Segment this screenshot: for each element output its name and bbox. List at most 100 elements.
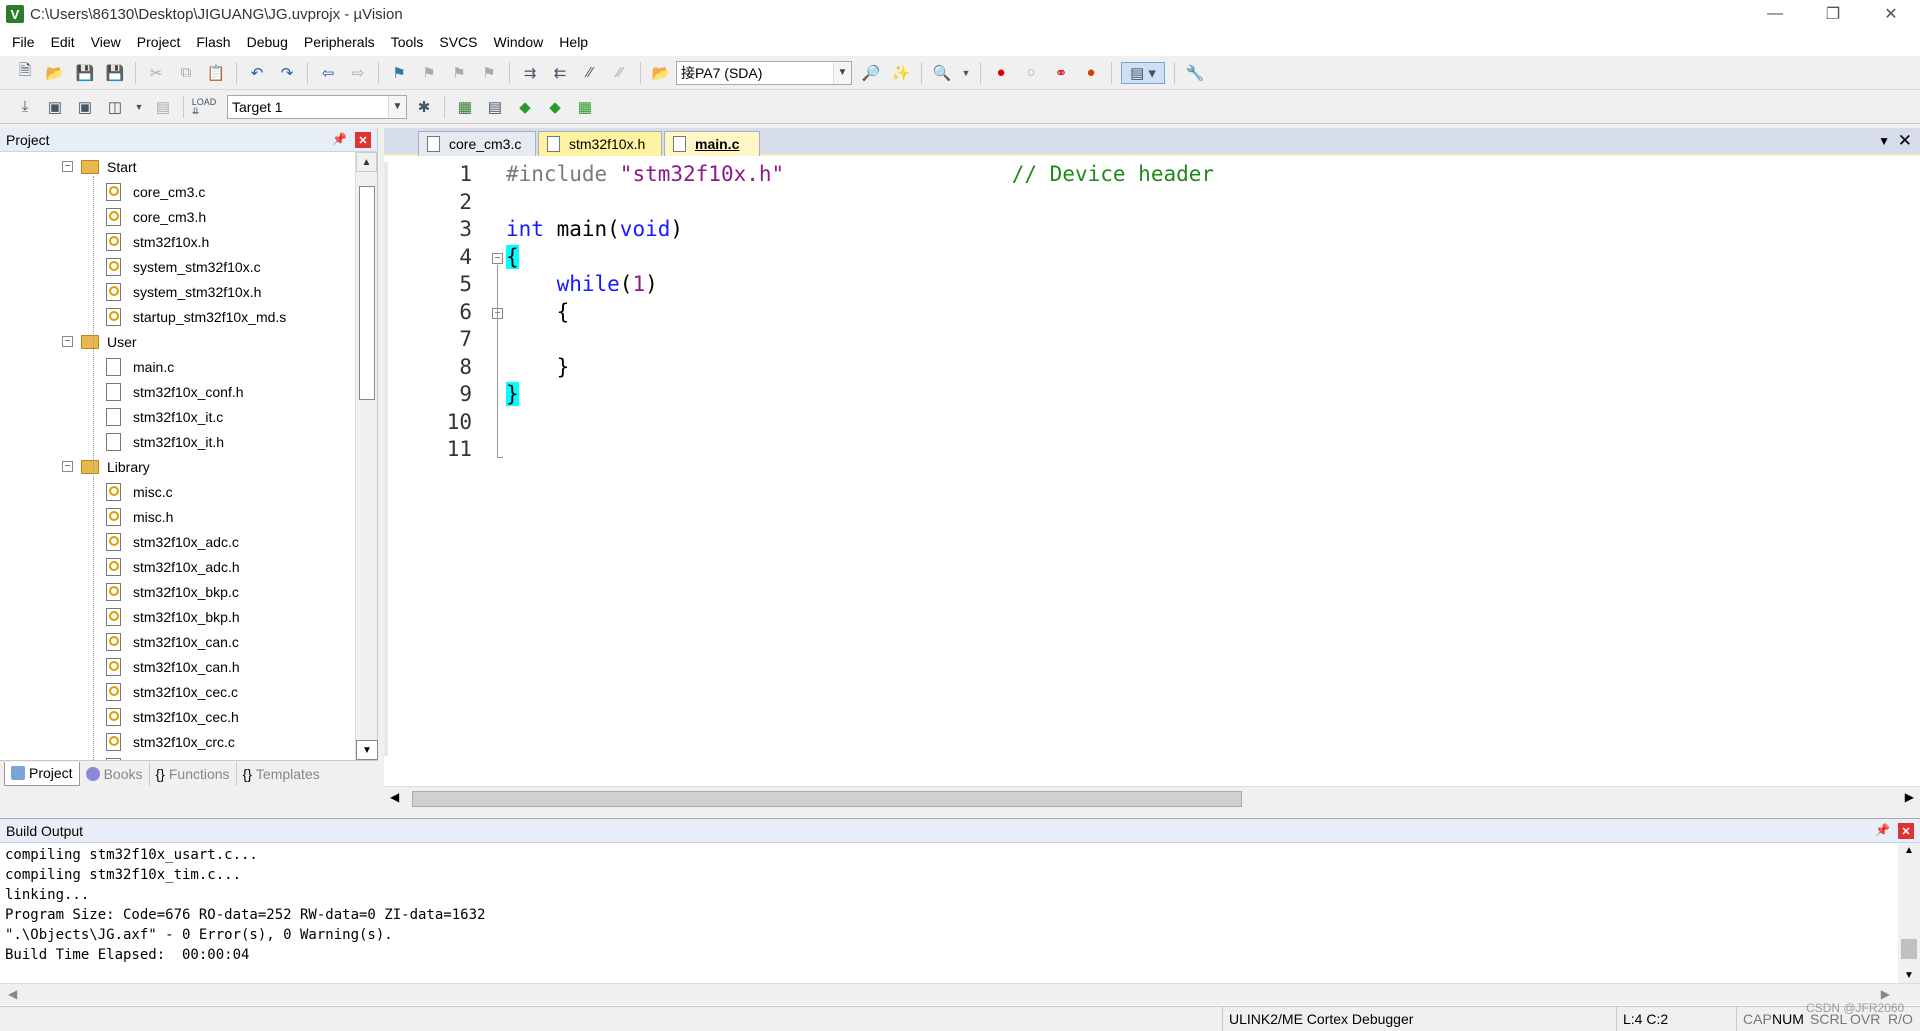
tree-group-library[interactable]: − Library: [62, 454, 150, 479]
tree-file-item[interactable]: core_cm3.h: [106, 204, 206, 229]
tree-file-item[interactable]: stm32f10x_can.c: [106, 629, 239, 654]
build-icon[interactable]: ▣: [44, 96, 66, 118]
code-area[interactable]: #include "stm32f10x.h" // Device header i…: [506, 162, 1906, 756]
tree-file-item[interactable]: core_cm3.c: [106, 179, 205, 204]
scroll-up-arrow-icon[interactable]: ▲: [356, 152, 377, 172]
new-file-icon[interactable]: 🗎: [14, 62, 36, 84]
menu-window[interactable]: Window: [486, 28, 552, 56]
next-bookmark-icon[interactable]: ⚑: [448, 62, 470, 84]
scroll-left-arrow-icon[interactable]: ◀: [8, 987, 17, 1001]
select-packs-icon[interactable]: ◆: [514, 96, 536, 118]
tree-file-item[interactable]: system_stm32f10x.h: [106, 279, 261, 304]
manage-components-icon[interactable]: ▤: [484, 96, 506, 118]
close-icon[interactable]: ✕: [355, 132, 371, 148]
menu-svcs[interactable]: SVCS: [431, 28, 485, 56]
tab-list-dropdown-icon[interactable]: ▼: [1878, 134, 1890, 148]
navigate-back-icon[interactable]: ⇦: [317, 62, 339, 84]
navigate-forward-icon[interactable]: ⇨: [347, 62, 369, 84]
bookmark-icon[interactable]: ⚑: [388, 62, 410, 84]
open-file-icon[interactable]: 📂: [44, 62, 66, 84]
menu-tools[interactable]: Tools: [383, 28, 432, 56]
tree-file-item[interactable]: stm32f10x_conf.h: [106, 379, 244, 404]
file-extensions-icon[interactable]: ▦: [454, 96, 476, 118]
tree-file-item[interactable]: stm32f10x_cec.h: [106, 704, 239, 729]
scroll-down-arrow-icon[interactable]: ▼: [1904, 970, 1914, 981]
tab-project[interactable]: Project: [4, 761, 80, 786]
paste-icon[interactable]: 📋: [205, 62, 227, 84]
scroll-right-arrow-icon[interactable]: ▶: [1905, 790, 1914, 804]
tree-file-item[interactable]: stm32f10x_adc.c: [106, 529, 239, 554]
uncomment-icon[interactable]: ⁄⁄: [609, 62, 631, 84]
unindent-icon[interactable]: ⇇: [549, 62, 571, 84]
menu-help[interactable]: Help: [551, 28, 596, 56]
menu-debug[interactable]: Debug: [239, 28, 296, 56]
build-output-hscrollbar[interactable]: ◀ ▶: [0, 983, 1920, 1005]
tree-file-item[interactable]: main.c: [106, 354, 174, 379]
copy-icon[interactable]: ⧉: [175, 62, 197, 84]
chevron-down-icon[interactable]: ▼: [134, 96, 144, 118]
rebuild-icon[interactable]: ▣: [74, 96, 96, 118]
tree-group-user[interactable]: − User: [62, 329, 137, 354]
collapse-icon[interactable]: −: [62, 461, 73, 472]
configure-icon[interactable]: 🔧: [1184, 62, 1206, 84]
translate-icon[interactable]: ⤓: [14, 96, 36, 118]
tab-stm32f10x-h[interactable]: stm32f10x.h: [538, 131, 662, 156]
tab-books[interactable]: Books: [80, 761, 150, 786]
stop-build-icon[interactable]: ▤: [152, 96, 174, 118]
tree-file-item[interactable]: stm32f10x_bkp.c: [106, 579, 239, 604]
find-combo[interactable]: 接PA7 (SDA) ▼: [676, 60, 852, 85]
incremental-find-icon[interactable]: 🔎: [860, 62, 882, 84]
undo-icon[interactable]: ↶: [246, 62, 268, 84]
tab-templates[interactable]: {} Templates: [237, 762, 326, 786]
run-time-env-icon[interactable]: ◆: [544, 96, 566, 118]
comment-icon[interactable]: ⁄⁄: [579, 62, 601, 84]
find-replace-icon[interactable]: ✨: [890, 62, 912, 84]
cut-icon[interactable]: ✂: [145, 62, 167, 84]
fold-toggle-icon[interactable]: −: [492, 252, 503, 264]
scroll-thumb[interactable]: [359, 186, 375, 400]
build-output-text[interactable]: compiling stm32f10x_usart.c... compiling …: [0, 843, 1896, 983]
scroll-left-arrow-icon[interactable]: ◀: [390, 790, 399, 804]
save-all-icon[interactable]: 💾: [104, 62, 126, 84]
target-select[interactable]: Target 1 ▼: [227, 94, 407, 119]
tree-file-item[interactable]: startup_stm32f10x_md.s: [106, 304, 286, 329]
menu-flash[interactable]: Flash: [188, 28, 238, 56]
restore-button[interactable]: ❐: [1804, 0, 1862, 28]
tree-group-start[interactable]: − Start: [62, 154, 137, 179]
project-tree-scrollbar[interactable]: ▲ ▼: [355, 152, 378, 760]
tree-file-item[interactable]: stm32f10x_crc.c: [106, 729, 235, 754]
insert-breakpoint-icon[interactable]: ●: [990, 62, 1012, 84]
build-output-vscrollbar[interactable]: ▲ ▼: [1898, 843, 1920, 983]
scroll-thumb[interactable]: [1901, 939, 1917, 959]
menu-edit[interactable]: Edit: [43, 28, 83, 56]
chevron-down-icon[interactable]: ▼: [388, 95, 406, 118]
pin-icon[interactable]: 📌: [332, 132, 347, 146]
indent-icon[interactable]: ⇉: [519, 62, 541, 84]
minimize-button[interactable]: —: [1746, 0, 1804, 28]
menu-peripherals[interactable]: Peripherals: [296, 28, 383, 56]
tree-file-item[interactable]: stm32f10x.h: [106, 229, 209, 254]
pack-installer-icon[interactable]: ▦: [574, 96, 596, 118]
tree-file-item[interactable]: misc.c: [106, 479, 173, 504]
menu-view[interactable]: View: [83, 28, 129, 56]
scroll-up-arrow-icon[interactable]: ▲: [1904, 845, 1914, 856]
collapse-icon[interactable]: −: [62, 161, 73, 172]
clear-bookmarks-icon[interactable]: ⚑: [478, 62, 500, 84]
download-load-icon[interactable]: LOAD ⇊: [192, 96, 217, 118]
tree-file-item[interactable]: misc.h: [106, 504, 173, 529]
tree-file-item[interactable]: stm32f10x_can.h: [106, 654, 240, 679]
disable-breakpoints-icon[interactable]: ⚭: [1050, 62, 1072, 84]
scroll-right-arrow-icon[interactable]: ▶: [1881, 987, 1890, 1001]
tab-core-cm3-c[interactable]: core_cm3.c: [418, 131, 536, 156]
close-icon[interactable]: ✕: [1898, 823, 1914, 839]
prev-bookmark-icon[interactable]: ⚑: [418, 62, 440, 84]
tab-functions[interactable]: {} Functions: [150, 761, 237, 786]
close-window-button[interactable]: ✕: [1862, 0, 1920, 28]
menu-file[interactable]: File: [4, 28, 43, 56]
chevron-down-icon[interactable]: ▼: [833, 61, 851, 84]
redo-icon[interactable]: ↷: [276, 62, 298, 84]
close-editor-icon[interactable]: ✕: [1898, 131, 1912, 151]
target-options-icon[interactable]: ✱: [413, 96, 435, 118]
window-layout-icon[interactable]: ▤ ▾: [1121, 61, 1165, 84]
menu-project[interactable]: Project: [129, 28, 189, 56]
